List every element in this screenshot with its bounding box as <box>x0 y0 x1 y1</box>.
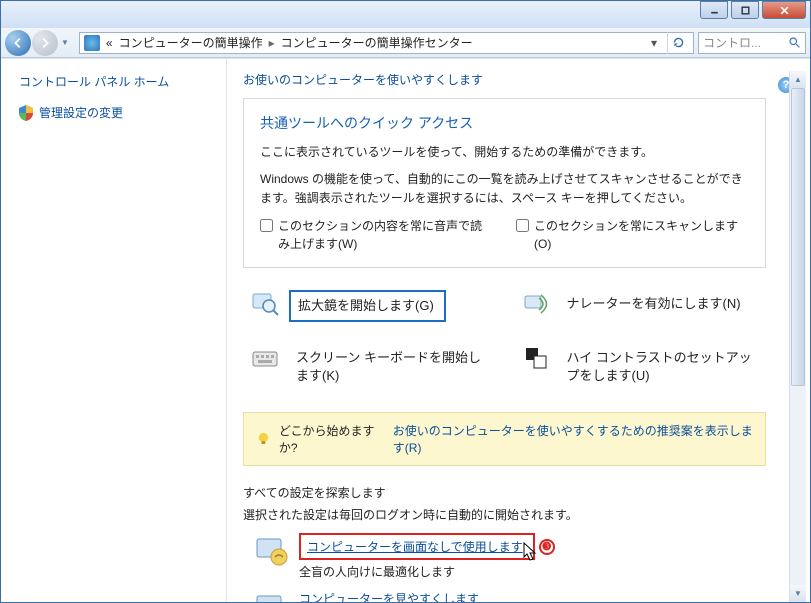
recommendation-link[interactable]: お使いのコンピューターを使いやすくするための推奨案を表示します(R) <box>393 422 753 456</box>
nav-bar: ▼ « コンピューターの簡単操作 ▸ コンピューターの簡単操作センター ▾ コン… <box>1 28 810 58</box>
lightbulb-icon <box>256 431 271 447</box>
tool-contrast[interactable]: ハイ コントラストのセットアップをします(U) <box>522 344 767 390</box>
option-no-display: コンピューターを画面なしで使用します ❸ 全盲の人向けに最適化します <box>253 533 766 580</box>
recommendation-bar: どこから始めますか? お使いのコンピューターを使いやすくするための推奨案を表示し… <box>243 412 766 466</box>
page-title: お使いのコンピューターを使いやすくします <box>243 71 786 88</box>
checkbox-row: このセクションの内容を常に音声で読み上げます(W) このセクションを常にスキャン… <box>260 217 749 253</box>
refresh-button[interactable] <box>667 32 689 54</box>
explore-title: すべての設定を探索します <box>243 484 766 501</box>
sidebar-admin-link[interactable]: 管理設定の変更 <box>19 104 210 121</box>
sidebar: コントロール パネル ホーム 管理設定の変更 <box>1 59 227 602</box>
forward-button[interactable] <box>32 30 58 56</box>
annotation-highlight: コンピューターを画面なしで使用します <box>299 533 535 560</box>
search-placeholder: コントロ... <box>703 34 788 51</box>
search-input[interactable]: コントロ... <box>698 32 806 54</box>
panel-desc-2: Windows の機能を使って、自動的にこの一覧を読み上げさせてスキャンさせるこ… <box>260 170 749 208</box>
tool-narrator[interactable]: ナレーターを有効にします(N) <box>522 290 767 322</box>
tool-osk[interactable]: スクリーン キーボードを開始します(K) <box>251 344 496 390</box>
easier-see-link[interactable]: コンピューターを見やすくします <box>299 592 479 602</box>
scan-input[interactable] <box>516 219 529 232</box>
titlebar <box>1 1 810 28</box>
magnifier-icon <box>251 290 279 318</box>
breadcrumb-level1[interactable]: コンピューターの簡単操作 <box>119 34 263 51</box>
contrast-label[interactable]: ハイ コントラストのセットアップをします(U) <box>560 344 767 390</box>
scan-label: このセクションを常にスキャンします(O) <box>534 217 744 253</box>
search-icon <box>788 36 801 49</box>
no-display-desc: 全盲の人向けに最適化します <box>299 563 555 580</box>
maximize-button[interactable] <box>731 1 759 19</box>
panel-desc-1: ここに表示されているツールを使って、開始するための準備ができます。 <box>260 143 749 162</box>
no-display-icon <box>253 533 289 569</box>
panel-title: 共通ツールへのクイック アクセス <box>260 113 749 133</box>
breadcrumb-chevron: « <box>106 36 113 50</box>
window-controls <box>700 1 810 19</box>
tool-magnifier[interactable]: 拡大鏡を開始します(G) <box>251 290 496 322</box>
keyboard-icon <box>251 344 279 372</box>
cursor-icon <box>521 542 539 564</box>
no-display-link[interactable]: コンピューターを画面なしで使用します <box>307 540 523 554</box>
read-aloud-checkbox[interactable]: このセクションの内容を常に音声で読み上げます(W) <box>260 217 488 253</box>
scroll-down-button[interactable]: ▼ <box>790 585 806 602</box>
breadcrumb-sep-icon: ▸ <box>269 36 275 50</box>
tools-grid: 拡大鏡を開始します(G) ナレーターを有効にします(N) スクリーン キーボード… <box>251 290 766 391</box>
option-easier-see: コンピューターを見やすくします <box>253 590 766 602</box>
option-no-display-body: コンピューターを画面なしで使用します ❸ 全盲の人向けに最適化します <box>299 533 555 580</box>
shield-icon <box>19 105 33 121</box>
scroll-track[interactable] <box>790 88 806 585</box>
control-panel-icon <box>84 35 100 51</box>
read-aloud-label: このセクションの内容を常に音声で読み上げます(W) <box>278 217 488 253</box>
address-dropdown-icon[interactable]: ▾ <box>647 36 661 50</box>
close-button[interactable] <box>762 1 806 19</box>
narrator-label[interactable]: ナレーターを有効にします(N) <box>560 290 748 318</box>
easier-see-icon <box>253 590 289 602</box>
quick-access-panel: 共通ツールへのクイック アクセス ここに表示されているツールを使って、開始するた… <box>243 98 766 268</box>
osk-label[interactable]: スクリーン キーボードを開始します(K) <box>289 344 496 390</box>
explore-section: すべての設定を探索します 選択された設定は毎回のログオン時に自動的に開始されます… <box>243 484 766 602</box>
content-area: コントロール パネル ホーム 管理設定の変更 ? お使いのコンピューターを使いや… <box>1 58 810 602</box>
explore-desc: 選択された設定は毎回のログオン時に自動的に開始されます。 <box>243 506 766 523</box>
scroll-thumb[interactable] <box>791 88 805 386</box>
contrast-icon <box>522 344 550 372</box>
sidebar-admin-label: 管理設定の変更 <box>39 104 123 121</box>
window: ▼ « コンピューターの簡単操作 ▸ コンピューターの簡単操作センター ▾ コン… <box>0 0 811 603</box>
yellow-question: どこから始めますか? <box>279 422 385 456</box>
annotation-marker: ❸ <box>539 539 555 555</box>
scan-checkbox[interactable]: このセクションを常にスキャンします(O) <box>516 217 744 253</box>
option-easier-see-body: コンピューターを見やすくします <box>299 590 479 602</box>
minimize-button[interactable] <box>700 1 728 19</box>
vertical-scrollbar[interactable]: ▲ ▼ <box>789 71 806 602</box>
read-aloud-input[interactable] <box>260 219 273 232</box>
magnifier-label[interactable]: 拡大鏡を開始します(G) <box>289 290 446 322</box>
address-bar[interactable]: « コンピューターの簡単操作 ▸ コンピューターの簡単操作センター ▾ <box>79 32 694 54</box>
sidebar-home-link[interactable]: コントロール パネル ホーム <box>19 73 210 90</box>
nav-arrows: ▼ <box>1 30 75 56</box>
back-button[interactable] <box>5 30 31 56</box>
scroll-up-button[interactable]: ▲ <box>790 71 806 88</box>
narrator-icon <box>522 290 550 318</box>
breadcrumb-level2[interactable]: コンピューターの簡単操作センター <box>281 34 473 51</box>
main-panel: ? お使いのコンピューターを使いやすくします 共通ツールへのクイック アクセス … <box>227 59 810 602</box>
recent-dropdown-icon[interactable]: ▼ <box>59 38 71 47</box>
